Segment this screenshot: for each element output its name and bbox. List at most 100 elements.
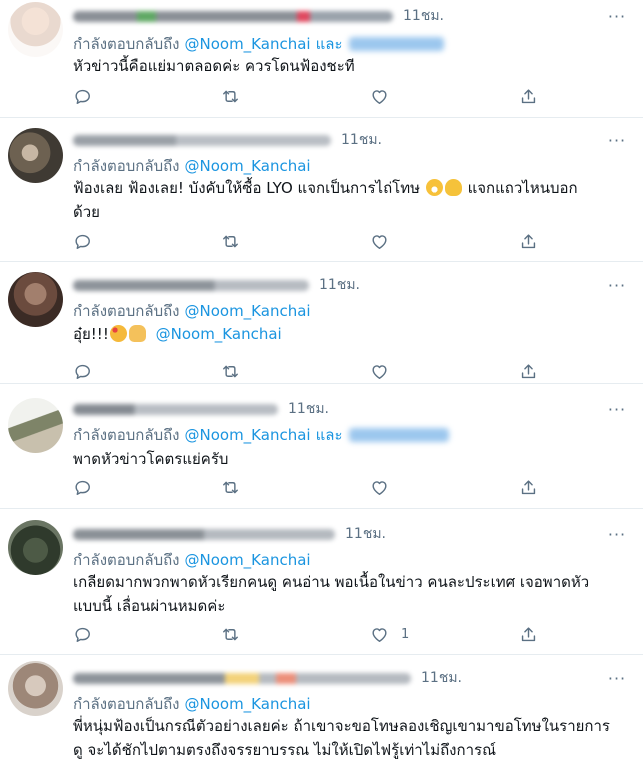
retweet-icon — [223, 628, 238, 640]
like-count: 1 — [401, 626, 410, 642]
more-icon[interactable]: ··· — [605, 668, 629, 688]
tweet-actions — [66, 229, 556, 253]
replying-to: กำลังตอบกลับถึง @Noom_Kanchai — [73, 548, 311, 572]
tweet-header: 11ชม. — [73, 399, 329, 419]
more-icon[interactable]: ··· — [605, 399, 629, 419]
blurred-username — [73, 279, 309, 291]
retweet-button[interactable] — [221, 84, 240, 108]
retweet-button[interactable] — [221, 359, 240, 383]
reply-icon — [75, 364, 90, 379]
share-icon — [521, 88, 536, 103]
tweet-text: พี่หนุ่มฟ้องเป็นกรณีตัวอย่างเลยค่ะ ถ้าเข… — [73, 714, 633, 761]
like-button[interactable] — [370, 475, 401, 499]
tweet-header: 11ชม. — [73, 275, 360, 295]
replying-to: กำลังตอบกลับถึง @Noom_Kanchai — [73, 692, 311, 716]
tweet[interactable]: 11ชม. ··· กำลังตอบกลับถึง @Noom_Kanchai … — [0, 118, 643, 262]
more-icon[interactable]: ··· — [605, 524, 629, 544]
tweet-actions — [66, 359, 556, 383]
reply-icon — [75, 480, 90, 495]
avatar[interactable] — [8, 520, 63, 575]
avatar[interactable] — [8, 272, 63, 327]
like-button[interactable] — [370, 84, 401, 108]
blurred-username — [73, 672, 411, 684]
tweet[interactable]: 11ชม. ··· กำลังตอบกลับถึง @Noom_Kanchai … — [0, 384, 643, 509]
and-word: และ — [315, 426, 343, 444]
retweet-button[interactable] — [221, 229, 240, 253]
tweet-time[interactable]: 11ชม. — [345, 523, 386, 545]
tweet-header: 11ชม. — [73, 130, 382, 150]
blurred-username — [73, 134, 331, 146]
tweet-text-line: แบบนี้ เลื่อนผ่านหมดค่ะ — [73, 597, 226, 615]
mention-link[interactable]: @Noom_Kanchai — [185, 695, 311, 713]
avatar[interactable] — [8, 661, 63, 716]
tweet-text-line: พี่หนุ่มฟ้องเป็นกรณีตัวอย่างเลยค่ะ ถ้าเข… — [73, 717, 610, 735]
avatar[interactable] — [8, 398, 63, 453]
share-icon — [521, 363, 536, 378]
retweet-icon — [223, 481, 238, 493]
reply-button[interactable] — [73, 84, 92, 108]
reply-button[interactable] — [73, 622, 92, 646]
ok-hand-emoji — [444, 179, 462, 196]
tweet-time[interactable]: 11ชม. — [421, 667, 462, 689]
retweet-button[interactable] — [221, 475, 240, 499]
reply-icon — [75, 234, 90, 249]
like-icon — [372, 234, 387, 249]
mention-link[interactable]: @Noom_Kanchai — [156, 325, 282, 343]
tweet-header: 11ชม. — [73, 524, 386, 544]
retweet-button[interactable] — [221, 622, 240, 646]
tweet-text: หัวข่าวนี้คือแย่มาตลอดค่ะ ควรโดนฟ้องชะที — [73, 54, 633, 78]
like-button[interactable]: 1 — [370, 622, 409, 646]
share-icon — [521, 233, 536, 248]
replying-to: กำลังตอบกลับถึง @Noom_Kanchai และ — [73, 32, 444, 56]
reply-prefix: กำลังตอบกลับถึง — [73, 695, 180, 713]
tweet-time[interactable]: 11ชม. — [403, 5, 444, 27]
share-button[interactable] — [519, 475, 538, 499]
smiling-hearts-emoji — [109, 325, 127, 342]
more-icon[interactable]: ··· — [605, 275, 629, 295]
tweet[interactable]: 11ชม. ··· กำลังตอบกลับถึง @Noom_Kanchai … — [0, 509, 643, 655]
retweet-icon — [223, 90, 238, 102]
more-icon[interactable]: ··· — [605, 6, 629, 26]
reply-prefix: กำลังตอบกลับถึง — [73, 426, 180, 444]
mention-link[interactable]: @Noom_Kanchai — [185, 426, 311, 444]
replying-to: กำลังตอบกลับถึง @Noom_Kanchai และ — [73, 423, 449, 447]
mention-link[interactable]: @Noom_Kanchai — [185, 35, 311, 53]
retweet-icon — [223, 235, 238, 247]
tweet-actions: 1 — [66, 622, 556, 646]
reply-prefix: กำลังตอบกลับถึง — [73, 302, 180, 320]
avatar[interactable] — [8, 128, 63, 183]
tweet-text-line: แจกแถวไหนบอก — [467, 179, 578, 197]
share-button[interactable] — [519, 84, 538, 108]
share-button[interactable] — [519, 622, 538, 646]
mention-link[interactable]: @Noom_Kanchai — [185, 157, 311, 175]
mention-link[interactable]: @Noom_Kanchai — [185, 302, 311, 320]
tweet-text: เกลียดมากพวกพาดหัวเรียกคนดู คนอ่าน พอเนื… — [73, 570, 633, 618]
tweet[interactable]: 11ชม. ··· กำลังตอบกลับถึง @Noom_Kanchai … — [0, 262, 643, 384]
tweet-text: พาดหัวข่าวโคตรแย่ครับ — [73, 447, 633, 471]
and-word: และ — [315, 35, 343, 53]
blurred-mention[interactable] — [348, 428, 449, 442]
blurred-username — [73, 403, 278, 415]
more-icon[interactable]: ··· — [605, 130, 629, 150]
share-button[interactable] — [519, 229, 538, 253]
like-icon — [372, 627, 387, 642]
grin-emoji — [425, 179, 443, 196]
share-button[interactable] — [519, 359, 538, 383]
reply-button[interactable] — [73, 359, 92, 383]
tweet[interactable]: 11ชม. ··· กำลังตอบกลับถึง @Noom_Kanchai … — [0, 655, 643, 761]
reply-button[interactable] — [73, 475, 92, 499]
like-button[interactable] — [370, 359, 401, 383]
like-button[interactable] — [370, 229, 401, 253]
tweet[interactable]: 11ชม. ··· กำลังตอบกลับถึง @Noom_Kanchai … — [0, 0, 643, 118]
tweet-text-line: ด้วย — [73, 203, 100, 221]
mention-link[interactable]: @Noom_Kanchai — [185, 551, 311, 569]
avatar[interactable] — [8, 2, 63, 57]
reply-button[interactable] — [73, 229, 92, 253]
share-icon — [521, 626, 536, 641]
blurred-mention[interactable] — [348, 37, 444, 51]
tweet-time[interactable]: 11ชม. — [319, 274, 360, 296]
like-icon — [372, 480, 387, 495]
tweet-time[interactable]: 11ชม. — [288, 398, 329, 420]
replying-to: กำลังตอบกลับถึง @Noom_Kanchai — [73, 154, 311, 178]
tweet-time[interactable]: 11ชม. — [341, 129, 382, 151]
